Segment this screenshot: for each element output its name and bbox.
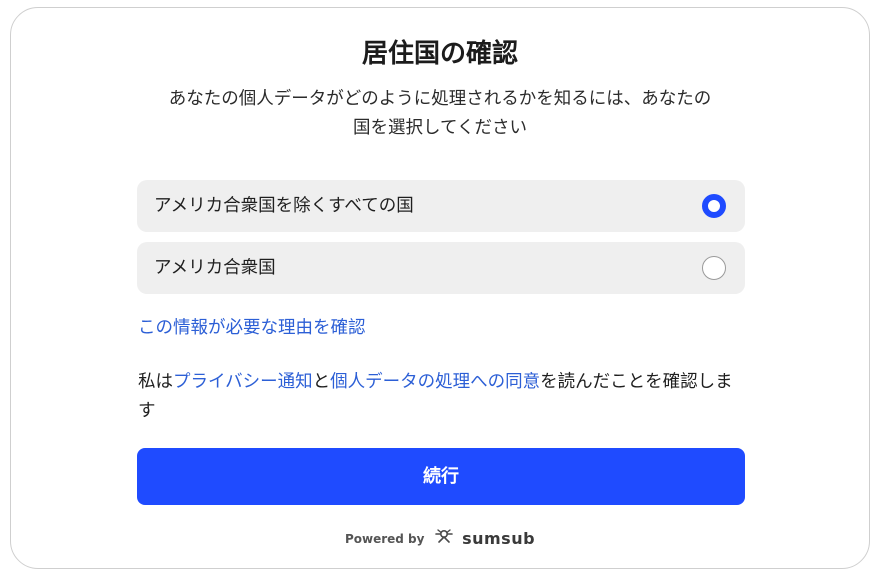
option-label: アメリカ合衆国 — [154, 258, 276, 278]
sumsub-logo-icon — [434, 528, 454, 550]
consent-and: と — [312, 372, 331, 392]
page-title: 居住国の確認 — [361, 39, 518, 69]
continue-button[interactable]: 続行 — [137, 448, 745, 505]
radio-unchecked-icon[interactable] — [702, 256, 726, 280]
sumsub-brand: sumsub — [462, 529, 536, 548]
consent-prefix: 私は — [138, 372, 173, 392]
radio-checked-icon[interactable] — [702, 194, 726, 218]
privacy-notice-link[interactable]: プライバシー通知 — [173, 372, 313, 392]
why-needed-link[interactable]: この情報が必要な理由を確認 — [138, 314, 366, 342]
powered-by-label: Powered by — [344, 532, 425, 546]
option-united-states[interactable]: アメリカ合衆国 — [137, 242, 745, 294]
subtitle-line-2: 国を選択してください — [353, 118, 527, 138]
powered-by-footer: Powered by sumsub — [0, 528, 880, 550]
consent-text: 私はプライバシー通知と個人データの処理への同意を読んだことを確認します — [138, 368, 748, 426]
option-label: アメリカ合衆国を除くすべての国 — [154, 196, 414, 216]
subtitle-line-1: あなたの個人データがどのように処理されるかを知るには、あなたの — [168, 89, 712, 109]
option-all-countries-except-us[interactable]: アメリカ合衆国を除くすべての国 — [137, 180, 745, 232]
data-processing-consent-link[interactable]: 個人データの処理への同意 — [330, 372, 540, 392]
page-subtitle: あなたの個人データがどのように処理されるかを知るには、あなたの 国を選択してくだ… — [130, 85, 750, 143]
